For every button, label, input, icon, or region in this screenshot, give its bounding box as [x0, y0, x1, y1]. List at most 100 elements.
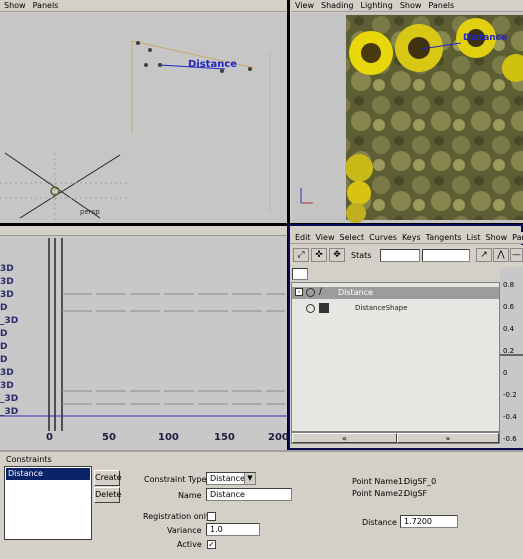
delete-button[interactable]: Delete: [94, 487, 121, 503]
stats-field-2[interactable]: [422, 249, 470, 262]
graph-row-label: _3D: [0, 407, 19, 417]
menu-view[interactable]: View: [316, 233, 335, 242]
point-name1-label: Point Name1:: [352, 477, 406, 486]
perspective-viewport[interactable]: Distance persp: [0, 13, 287, 223]
distance-label: Distance: [362, 518, 397, 527]
point-name2-value: DigSF: [404, 489, 428, 498]
curve-graph-y-tick: 0: [503, 369, 508, 377]
insert-key-tool-icon[interactable]: ✜: [311, 248, 327, 262]
attribute-editor-separator: [0, 450, 523, 452]
outliner-item-distanceshape[interactable]: DistanceShape: [292, 303, 499, 315]
menu-list[interactable]: List: [467, 233, 481, 242]
menu-panels[interactable]: Panels: [428, 1, 454, 10]
constraint-type-value: Distance: [210, 474, 245, 483]
curve-graph-y-tick: -0.6: [503, 435, 517, 443]
menu-curves[interactable]: Curves: [369, 233, 397, 242]
menu-tangents[interactable]: Tangents: [426, 233, 462, 242]
graph-row-label: D: [0, 303, 8, 313]
graph-row-label: 3D: [0, 368, 14, 378]
visibility-icon[interactable]: [306, 304, 315, 313]
persp-locator-label: persp: [80, 208, 100, 216]
graph-row-label: 3D: [0, 381, 14, 391]
top-right-menubar: View Shading Lighting Show Panels: [291, 0, 523, 12]
variance-label: Variance: [167, 526, 202, 535]
collapse-icon[interactable]: -: [295, 288, 303, 296]
graph-row-label: _3D: [0, 316, 19, 326]
curve-icon: ∕: [319, 287, 323, 297]
menu-lighting[interactable]: Lighting: [360, 1, 392, 10]
name-label: Name: [178, 491, 202, 500]
shape-node-icon: [319, 303, 329, 313]
viewport-scene: [0, 40, 271, 223]
curve-graph-y-tick: 0.4: [503, 325, 515, 333]
curve-graph-y-tick: 0.6: [503, 303, 515, 311]
camera-viewport[interactable]: Distance: [291, 13, 523, 223]
visibility-icon[interactable]: [306, 288, 315, 297]
graph-x-tick: 50: [102, 432, 116, 443]
outliner-item-distance[interactable]: - ∕ Distance: [292, 287, 499, 299]
curve-graph-y-tick: -0.4: [503, 413, 517, 421]
graph-view[interactable]: 3D 3D 3D D _3D D D D 3D 3D _3D _3D 0 50 100 150 200: [0, 226, 287, 450]
sunflower-image-plane: [300, 15, 523, 223]
menu-show[interactable]: Show: [4, 1, 26, 10]
graph-row-label: 3D: [0, 277, 14, 287]
add-key-tool-icon[interactable]: ✥: [329, 248, 345, 262]
outliner-filter-field[interactable]: [292, 268, 308, 280]
graph-editor-toolbar: ⤢ ✜ ✥ Stats ↗ ⋀ —: [290, 245, 523, 267]
curve-graph-y-tick: 0.8: [503, 281, 515, 289]
point-name2-label: Point Name2:: [352, 489, 406, 498]
linear-tangent-icon[interactable]: —: [510, 248, 523, 262]
stats-field-1[interactable]: [380, 249, 420, 262]
menu-panels[interactable]: Panels: [512, 233, 523, 242]
scroll-left-button[interactable]: «: [292, 433, 397, 443]
scroll-right-button[interactable]: »: [397, 433, 499, 443]
menu-select[interactable]: Select: [339, 233, 364, 242]
menu-show[interactable]: Show: [486, 233, 508, 242]
active-checkbox[interactable]: ✓: [207, 540, 216, 549]
graph-x-tick: 100: [158, 432, 179, 443]
menu-edit[interactable]: Edit: [295, 233, 311, 242]
registration-only-checkbox[interactable]: [207, 512, 216, 521]
constraint-type-label: Constraint Type: [144, 475, 207, 484]
outliner-filter-strip: [290, 267, 500, 281]
graph-x-tick: 0: [46, 432, 53, 443]
graph-x-tick: 150: [214, 432, 235, 443]
curve-graph-y-tick: 0.2: [503, 347, 515, 355]
outliner-scrollbar[interactable]: « »: [291, 432, 500, 444]
menu-panels[interactable]: Panels: [33, 1, 59, 10]
graph-row-label: 3D: [0, 290, 14, 300]
chevron-down-icon[interactable]: ▼: [244, 473, 255, 484]
menu-shading[interactable]: Shading: [321, 1, 354, 10]
graph-lines: [0, 238, 287, 431]
outliner-list[interactable]: - ∕ Distance DistanceShape: [291, 282, 500, 432]
constraints-header: Constraints: [6, 455, 52, 464]
outliner-item-label: Distance: [338, 288, 373, 297]
graph-x-tick: 200: [268, 432, 287, 443]
menu-view[interactable]: View: [295, 1, 314, 10]
graph-row-label: D: [0, 342, 8, 352]
name-field[interactable]: Distance: [206, 488, 292, 501]
constraints-list[interactable]: Distance: [4, 466, 92, 540]
constraints-list-item[interactable]: Distance: [6, 468, 90, 480]
variance-field[interactable]: 1.0: [206, 523, 260, 536]
graph-editor-menubar: Edit View Select Curves Keys Tangents Li…: [290, 232, 523, 244]
create-button[interactable]: Create: [94, 470, 122, 486]
active-label: Active: [177, 540, 202, 549]
curve-graph-area[interactable]: 0.8 0.6 0.4 0.2 0 -0.2 -0.4 -0.6: [500, 267, 523, 448]
stats-label: Stats: [351, 251, 372, 260]
distance-field[interactable]: 1.7200: [400, 515, 458, 528]
distance-label-left: Distance: [188, 59, 238, 70]
move-key-tool-icon[interactable]: ⤢: [293, 248, 309, 262]
clamped-tangent-icon[interactable]: ⋀: [493, 248, 509, 262]
graph-row-label: D: [0, 355, 8, 365]
constraint-type-select[interactable]: Distance ▼: [206, 472, 256, 485]
registration-only-label: Registration only: [143, 512, 211, 521]
graph-row-label: 3D: [0, 264, 14, 274]
menu-show[interactable]: Show: [400, 1, 422, 10]
menu-keys[interactable]: Keys: [402, 233, 421, 242]
spline-tangent-icon[interactable]: ↗: [476, 248, 492, 262]
curve-graph-y-tick: -0.2: [503, 391, 517, 399]
top-left-menubar: Show Panels: [0, 0, 287, 12]
distance-label-right: Distance: [463, 33, 508, 43]
point-name1-value: DigSF_0: [404, 477, 437, 486]
